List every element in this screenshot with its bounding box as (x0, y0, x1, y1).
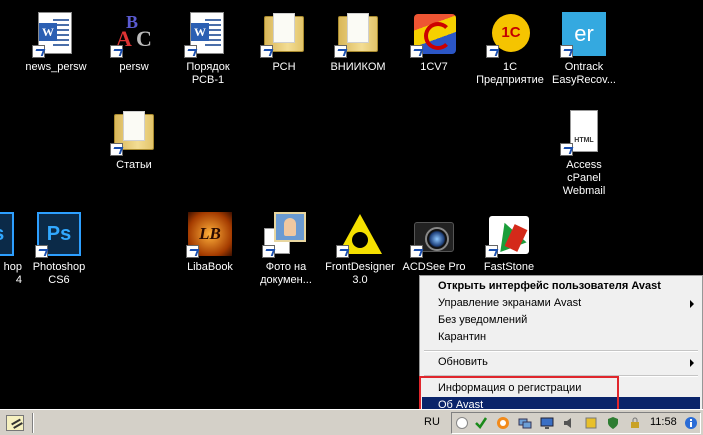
taskbar: RU 11:58 (0, 409, 703, 435)
desktop-icon-rsn[interactable]: РСН (248, 10, 320, 74)
desktop-icon-news-persw[interactable]: W news_persw (20, 10, 92, 74)
desktop-icon-label: news_persw (25, 61, 87, 73)
libabook-icon: LB (186, 210, 234, 258)
flag-icon[interactable] (584, 416, 598, 430)
desktop-icon-access-cpanel-webmail[interactable]: HTML Access cPanel Webmail (548, 108, 620, 198)
menu-item-label: Карантин (438, 331, 487, 343)
photoshop-icon: Ps (0, 210, 16, 258)
desktop-icon-ontrack-easyrecovery[interactable]: er Ontrack EasyRecov... (548, 10, 620, 87)
monitor-icon[interactable] (540, 416, 554, 430)
menu-separator (424, 350, 698, 352)
language-indicator[interactable]: RU (424, 416, 440, 428)
word-document-icon: W (32, 10, 80, 58)
menu-item-label: Обновить (438, 356, 488, 368)
desktop-icon-label: Ontrack EasyRecov... (552, 61, 616, 86)
network-icon[interactable] (518, 416, 532, 430)
desktop-icon-label: Access cPanel Webmail (562, 159, 606, 197)
folder-icon (260, 10, 308, 58)
desktop-icon-stati[interactable]: Статьи (98, 108, 170, 172)
desktop-icon-label: 1CV7 (420, 61, 448, 73)
desktop-icon-libabook[interactable]: LB LibaBook (174, 210, 246, 274)
1c-v7-icon (410, 10, 458, 58)
desktop-icon-label: FrontDesigner 3.0 (325, 261, 395, 286)
avast-icon[interactable] (496, 416, 510, 430)
easyrecovery-icon: er (560, 10, 608, 58)
desktop-icon-label: ВНИИКОМ (330, 61, 386, 73)
desktop-icon-persw[interactable]: ABC persw (98, 10, 170, 74)
desktop-icon-label: LibaBook (187, 261, 233, 273)
menu-item-label: Открыть интерфейс пользователя Avast (438, 280, 661, 292)
html-file-icon: HTML (560, 108, 608, 156)
desktop-icon-label: Порядок РСВ-1 (186, 61, 230, 86)
menu-item-quarantine[interactable]: Карантин (422, 329, 700, 346)
photoshop-icon: Ps (35, 210, 83, 258)
lock-icon[interactable] (628, 416, 642, 430)
desktop-icon-label: РСН (272, 61, 296, 73)
abc-font-icon: ABC (110, 10, 158, 58)
desktop-icon-foto-na-dokumenty[interactable]: Фото на докумен... (250, 210, 322, 287)
desktop-icon-label: Статьи (116, 159, 152, 171)
shield-icon[interactable] (606, 416, 620, 430)
folder-icon (110, 108, 158, 156)
annotation-highlight-box (419, 376, 619, 413)
folder-icon (334, 10, 382, 58)
desktop-icon-vniikom[interactable]: ВНИИКОМ (322, 10, 394, 74)
desktop-icon-1c-predpriyatie[interactable]: 1С 1С Предприятие (474, 10, 546, 87)
desktop-icon-frontdesigner[interactable]: FrontDesigner 3.0 (324, 210, 396, 287)
submenu-arrow-icon (690, 300, 694, 308)
quick-launch-notepad[interactable] (4, 413, 28, 433)
desktop-icon-label: Фото на докумен... (260, 261, 312, 286)
menu-item-update[interactable]: Обновить (422, 354, 700, 371)
menu-item-silent-mode[interactable]: Без уведомлений (422, 312, 700, 329)
taskbar-separator (32, 413, 34, 433)
desktop-icon-label: Photoshop CS6 (32, 261, 86, 286)
desktop-icon-poryadok-rsv[interactable]: W Порядок РСВ-1 (172, 10, 244, 87)
desktop-icon-label: 1С Предприятие (476, 61, 544, 86)
desktop-icon-label: persw (119, 61, 149, 73)
menu-item-open-avast-ui[interactable]: Открыть интерфейс пользователя Avast (422, 278, 700, 295)
chevron-icon[interactable] (456, 417, 468, 429)
menu-item-label: Без уведомлений (438, 314, 528, 326)
desktop-icon-1cv7[interactable]: 1CV7 (398, 10, 470, 74)
photo-document-icon (262, 210, 310, 258)
desktop-icon-photoshop-cs6[interactable]: Ps Photoshop CS6 (23, 210, 95, 287)
notepad-icon (6, 415, 24, 431)
warning-triangle-icon (336, 210, 384, 258)
system-tray: 11:58 (451, 412, 701, 434)
checkmark-icon[interactable] (474, 416, 488, 430)
desktop-icon-label: FastStone (483, 261, 535, 273)
1c-icon: 1С (486, 10, 534, 58)
word-document-icon: W (184, 10, 232, 58)
menu-item-label: Управление экранами Avast (438, 297, 582, 309)
clock[interactable]: 11:58 (650, 416, 677, 428)
desktop-icon-faststone[interactable]: FastStone (473, 210, 545, 274)
info-icon[interactable] (684, 416, 698, 430)
menu-item-manage-shields[interactable]: Управление экранами Avast (422, 295, 700, 312)
camera-icon (410, 210, 458, 258)
volume-icon[interactable] (562, 416, 576, 430)
faststone-icon (485, 210, 533, 258)
submenu-arrow-icon (690, 359, 694, 367)
